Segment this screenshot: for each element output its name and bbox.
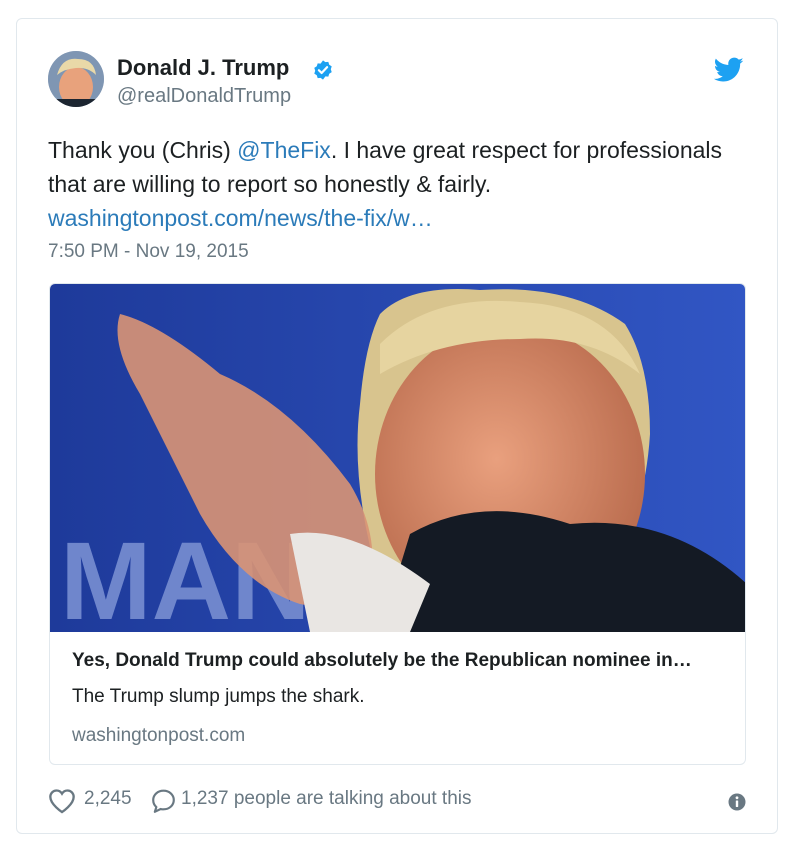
link-preview-card[interactable]: MAN Yes, Donald Trump could absolutely b… xyxy=(49,283,746,765)
mention-link[interactable]: @TheFix xyxy=(237,137,331,163)
avatar[interactable] xyxy=(48,51,104,107)
reply-bubble-icon[interactable] xyxy=(150,788,177,814)
heart-icon[interactable] xyxy=(48,788,76,814)
talking-count[interactable]: 1,237 people are talking about this xyxy=(181,788,472,810)
twitter-bird-icon[interactable] xyxy=(714,57,744,83)
tweet-actions: 2,245 1,237 people are talking about thi… xyxy=(48,786,748,816)
preview-image: MAN xyxy=(50,284,745,632)
author-handle[interactable]: @realDonaldTrump xyxy=(117,85,291,108)
like-count[interactable]: 2,245 xyxy=(84,788,132,810)
preview-description: The Trump slump jumps the shark. xyxy=(72,686,365,707)
tweet-text-start: Thank you (Chris) xyxy=(48,137,238,163)
tweet-url-link[interactable]: washingtonpost.com/news/the-fix/w… xyxy=(48,205,433,231)
preview-domain: washingtonpost.com xyxy=(72,725,246,746)
tweet-timestamp[interactable]: 7:50 PM - Nov 19, 2015 xyxy=(48,241,249,263)
tweet-text: Thank you (Chris) @TheFix. I have great … xyxy=(48,133,748,235)
info-icon[interactable] xyxy=(728,793,746,811)
preview-title[interactable]: Yes, Donald Trump could absolutely be th… xyxy=(72,650,722,672)
embedded-tweet: Donald J. Trump @realDonaldTrump Thank y… xyxy=(16,18,778,834)
author-name[interactable]: Donald J. Trump xyxy=(117,55,289,81)
avatar-image xyxy=(48,51,104,107)
verified-badge-icon xyxy=(314,60,332,80)
